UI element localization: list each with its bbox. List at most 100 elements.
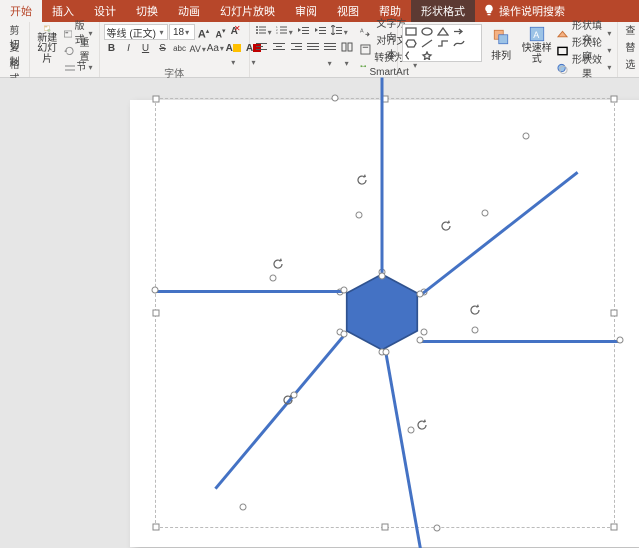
selection-handle[interactable] (611, 524, 618, 531)
selection-handle[interactable] (153, 310, 160, 317)
highlight-swatch (233, 44, 241, 52)
slide-reset-button[interactable]: 重置 (63, 43, 95, 59)
quick-styles-button[interactable]: A 快速样式 (520, 24, 554, 66)
align-center-button[interactable] (271, 41, 287, 57)
arrange-button[interactable]: 排列 (484, 24, 518, 66)
rotate-handle[interactable] (440, 220, 452, 232)
bold-button[interactable]: B (104, 41, 120, 57)
select-button[interactable]: 选 (622, 58, 638, 74)
slide-canvas[interactable] (130, 100, 639, 547)
tab-transitions[interactable]: 切换 (126, 0, 168, 22)
selection-handle[interactable] (611, 310, 618, 317)
tab-shape-format[interactable]: 形状格式 (411, 0, 475, 22)
line-endpoint-handle[interactable] (270, 275, 277, 282)
line-endpoint-handle[interactable] (482, 210, 489, 217)
group-drawing: 排列 A 快速样式 形状填充▾ 形状轮廓▾ (398, 22, 618, 77)
rotate-handle[interactable] (356, 174, 368, 186)
text-direction-icon: A (360, 27, 371, 38)
tab-insert[interactable]: 插入 (42, 0, 84, 22)
line-endpoint-handle[interactable] (240, 504, 247, 511)
line-endpoint-handle[interactable] (152, 287, 159, 294)
shape-handle[interactable] (421, 329, 428, 336)
underline-button[interactable]: U (138, 41, 154, 57)
layout-icon (64, 29, 72, 39)
shape-oval-icon (420, 26, 434, 36)
copy-button[interactable]: 复制 (4, 41, 25, 57)
shape-line-icon (420, 38, 434, 48)
decrease-indent-button[interactable] (296, 24, 312, 40)
workspace[interactable] (0, 78, 639, 548)
columns-button[interactable]: ▾ (339, 41, 355, 57)
line-spacing-button[interactable]: ▾ (330, 24, 350, 40)
char-spacing-button[interactable]: AV▾ (189, 41, 205, 57)
align-left-button[interactable] (254, 41, 270, 57)
tab-slideshow[interactable]: 幻灯片放映 (210, 0, 285, 22)
line-endpoint-handle[interactable] (332, 95, 339, 102)
line-endpoint-handle[interactable] (434, 525, 441, 532)
tab-design[interactable]: 设计 (84, 0, 126, 22)
clear-format-button[interactable]: A✕ (230, 24, 246, 40)
new-slide-icon (38, 25, 56, 33)
arrange-label: 排列 (491, 47, 511, 62)
rotate-handle[interactable] (272, 258, 284, 270)
line-endpoint-handle[interactable] (408, 427, 415, 434)
tab-start[interactable]: 开始 (0, 0, 42, 22)
text-shadow-button[interactable]: abc (172, 41, 188, 57)
shape-effects-button[interactable]: 形状效果▾ (556, 60, 614, 76)
slide-section-button[interactable]: 节▾ (63, 60, 95, 76)
tab-animations[interactable]: 动画 (168, 0, 210, 22)
find-button[interactable]: 查 (622, 24, 638, 40)
selection-handle[interactable] (382, 524, 389, 531)
hexagon-shape[interactable] (340, 270, 424, 354)
line-endpoint-handle[interactable] (523, 133, 530, 140)
line-endpoint-handle[interactable] (341, 287, 348, 294)
strike-button[interactable]: S (155, 41, 171, 57)
rotate-handle[interactable] (469, 304, 481, 316)
lightbulb-icon (483, 4, 495, 19)
tab-review[interactable]: 审阅 (285, 0, 327, 22)
shrink-font-button[interactable]: A▾ (213, 24, 229, 40)
svg-text:3: 3 (276, 31, 278, 35)
tell-me-search[interactable]: 操作说明搜索 (475, 0, 573, 22)
group-editing: 查 替 选 (618, 22, 639, 77)
line-endpoint-handle[interactable] (617, 337, 624, 344)
line-endpoint-handle[interactable] (341, 331, 348, 338)
distributed-button[interactable]: ▾ (322, 41, 338, 57)
selection-handle[interactable] (153, 96, 160, 103)
shape-curve-icon (452, 38, 466, 48)
italic-button[interactable]: I (121, 41, 137, 57)
shapes-gallery[interactable] (402, 24, 482, 62)
numbering-button[interactable]: 123▾ (275, 24, 295, 40)
increase-indent-button[interactable] (313, 24, 329, 40)
line-endpoint-handle[interactable] (417, 337, 424, 344)
change-case-button[interactable]: Aa▾ (206, 41, 223, 57)
rotate-handle[interactable] (282, 394, 294, 406)
selection-handle[interactable] (153, 524, 160, 531)
line-endpoint-handle[interactable] (379, 273, 386, 280)
align-right-button[interactable] (288, 41, 304, 57)
line-endpoint-handle[interactable] (356, 212, 363, 219)
font-size-combo[interactable]: 18▾ (169, 24, 195, 40)
tab-view[interactable]: 视图 (327, 0, 369, 22)
cut-button[interactable]: 剪切 (4, 24, 25, 40)
justify-button[interactable] (305, 41, 321, 57)
bullets-button[interactable]: ▾ (254, 24, 274, 40)
selection-handle[interactable] (611, 96, 618, 103)
group-paragraph: ▾ 123▾ ▾ ▾ ▾ (250, 22, 398, 77)
group-slides: 新建幻灯片 版式▾ 重置 节▾ 幻灯片 (30, 22, 99, 77)
grow-font-button[interactable]: A▴ (196, 24, 212, 40)
font-name-combo[interactable]: 等线 (正文)▾ (104, 24, 168, 40)
replace-button[interactable]: 替 (622, 41, 638, 57)
line-endpoint-handle[interactable] (417, 291, 424, 298)
new-slide-button[interactable]: 新建幻灯片 (34, 24, 60, 66)
svg-text:A: A (360, 28, 364, 34)
rotate-handle[interactable] (416, 419, 428, 431)
ribbon-tabs: 开始 插入 设计 切换 动画 幻灯片放映 审阅 视图 帮助 形状格式 操作说明搜… (0, 0, 639, 22)
font-highlight-button[interactable]: A▾ (224, 41, 243, 57)
line-endpoint-handle[interactable] (472, 327, 479, 334)
format-painter-button[interactable]: 格式 (4, 58, 25, 74)
line-endpoint-handle[interactable] (383, 349, 390, 356)
smartart-icon (360, 61, 367, 72)
group-label: 字体 (100, 65, 249, 77)
shape-connector-icon (436, 38, 450, 48)
